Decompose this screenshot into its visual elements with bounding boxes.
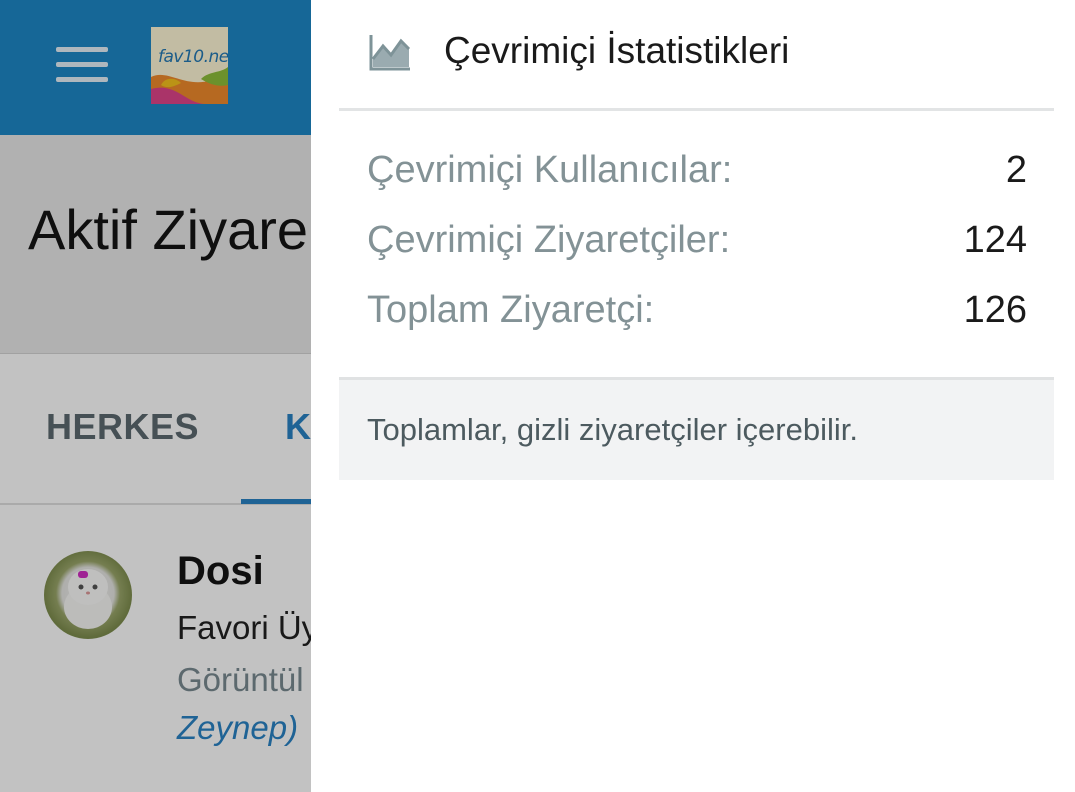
stat-value: 124 bbox=[963, 219, 1027, 261]
footer-note: Toplamlar, gizli ziyaretçiler içerebilir… bbox=[367, 412, 858, 447]
drawer-header: Çevrimiçi İstatistikleri bbox=[339, 0, 1054, 111]
stats-list: Çevrimiçi Kullanıcılar: 2 Çevrimiçi Ziya… bbox=[339, 111, 1054, 378]
stat-label: Toplam Ziyaretçi: bbox=[367, 289, 655, 331]
stat-value: 126 bbox=[963, 289, 1027, 331]
stat-value: 2 bbox=[1005, 149, 1027, 191]
online-stats-drawer: Çevrimiçi İstatistikleri Çevrimiçi Kulla… bbox=[311, 0, 1075, 792]
line-chart-icon bbox=[369, 35, 411, 71]
drawer-footer: Toplamlar, gizli ziyaretçiler içerebilir… bbox=[339, 377, 1054, 480]
stat-label: Çevrimiçi Kullanıcılar: bbox=[367, 149, 733, 191]
stat-row-online-visitors: Çevrimiçi Ziyaretçiler: 124 bbox=[367, 219, 1027, 269]
stat-row-total-visitors: Toplam Ziyaretçi: 126 bbox=[367, 289, 1027, 339]
drawer-title: Çevrimiçi İstatistikleri bbox=[444, 30, 790, 71]
stat-label: Çevrimiçi Ziyaretçiler: bbox=[367, 219, 731, 261]
stat-row-online-users: Çevrimiçi Kullanıcılar: 2 bbox=[367, 149, 1027, 199]
